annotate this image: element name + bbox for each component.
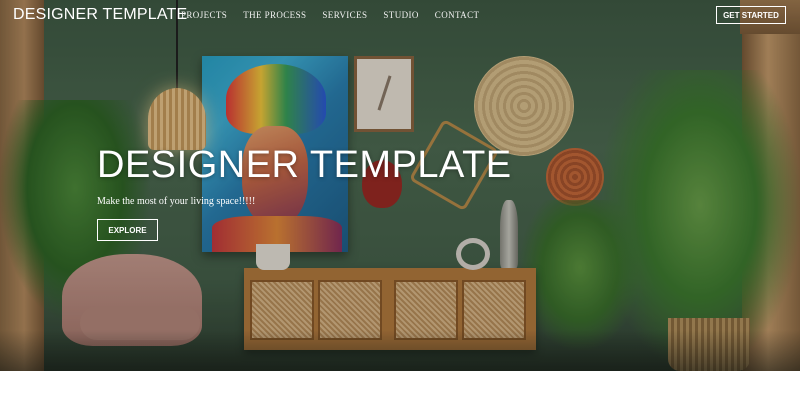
explore-button[interactable]: EXPLORE [97, 219, 158, 241]
hero-subtitle: Make the most of your living space!!!!! [97, 196, 256, 207]
hero-section: DESIGNER TEMPLATE PROJECTS THE PROCESS S… [0, 0, 800, 371]
nav-link-the-process[interactable]: THE PROCESS [243, 10, 306, 20]
top-navigation: DESIGNER TEMPLATE PROJECTS THE PROCESS S… [0, 0, 800, 32]
page-bottom-strip [0, 371, 800, 401]
nav-link-studio[interactable]: STUDIO [383, 10, 418, 20]
brand-logo[interactable]: DESIGNER TEMPLATE [13, 6, 187, 24]
nav-links: PROJECTS THE PROCESS SERVICES STUDIO CON… [181, 10, 495, 20]
get-started-button[interactable]: GET STARTED [716, 6, 786, 24]
nav-link-projects[interactable]: PROJECTS [181, 10, 227, 20]
nav-link-contact[interactable]: CONTACT [435, 10, 480, 20]
nav-link-services[interactable]: SERVICES [322, 10, 367, 20]
hero-title: DESIGNER TEMPLATE [97, 144, 512, 186]
